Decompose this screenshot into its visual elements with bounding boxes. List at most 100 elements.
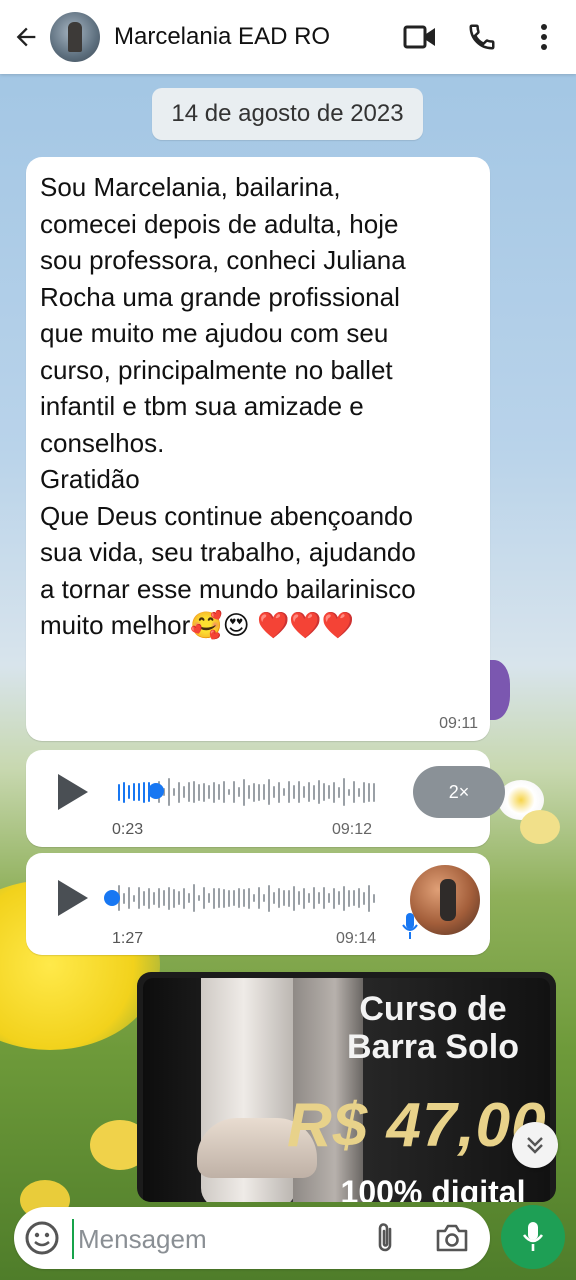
waveform-bar: [143, 890, 145, 906]
waveform-bar: [298, 781, 300, 803]
waveform-bar: [168, 886, 170, 910]
waveform-bar: [323, 887, 325, 909]
waveform-bar: [133, 783, 135, 801]
waveform-bar: [138, 887, 140, 909]
waveform-bar: [248, 887, 250, 909]
waveform-bar: [363, 781, 365, 803]
waveform-bar: [273, 892, 275, 904]
play-icon[interactable]: [54, 878, 90, 918]
waveform-bar: [178, 781, 180, 803]
waveform-bar: [308, 782, 310, 802]
audio-progress-handle[interactable]: [148, 783, 164, 799]
waveform-bar: [213, 887, 215, 909]
audio-message[interactable]: 1:27 09:14: [26, 853, 490, 955]
waveform-bar: [198, 895, 200, 901]
waveform-bar: [303, 786, 305, 798]
waveform-bar: [173, 888, 175, 908]
more-vertical-icon: [541, 24, 547, 50]
playback-speed-button[interactable]: 2×: [413, 766, 505, 818]
waveform-bar: [333, 887, 335, 909]
waveform-bar: [308, 893, 310, 903]
waveform-bar: [318, 892, 320, 904]
waveform-bar: [288, 781, 290, 803]
scroll-to-bottom-button[interactable]: [512, 1122, 558, 1168]
waveform-bar: [188, 782, 190, 802]
waveform-bar: [268, 884, 270, 912]
waveform-bar: [368, 884, 370, 912]
camera-icon[interactable]: [434, 1221, 470, 1255]
play-icon[interactable]: [54, 772, 90, 812]
microphone-icon: [402, 913, 418, 939]
message-bubble[interactable]: Sou Marcelania, bailarina, comecei depoi…: [26, 157, 490, 741]
waveform-bar: [283, 788, 285, 796]
back-button[interactable]: [6, 17, 46, 57]
waveform-bar: [293, 785, 295, 799]
waveform-bar: [248, 785, 250, 799]
waveform-bar: [353, 890, 355, 906]
waveform-bar: [343, 778, 345, 806]
waveform-bar: [358, 888, 360, 908]
waveform-bar: [283, 890, 285, 906]
waveform-bar: [263, 894, 265, 902]
waveform-bar: [123, 781, 125, 803]
audio-waveform[interactable]: [118, 878, 378, 918]
waveform-bar: [243, 778, 245, 806]
course-price: R$ 47,00: [287, 1091, 547, 1160]
waveform-bar: [118, 783, 120, 801]
waveform-bar: [138, 783, 140, 801]
voice-record-button[interactable]: [501, 1205, 565, 1269]
waveform-bar: [273, 786, 275, 798]
message-input[interactable]: [72, 1219, 360, 1259]
waveform-bar: [253, 894, 255, 902]
waveform-bar: [203, 782, 205, 802]
waveform-bar: [193, 884, 195, 912]
sticker-icon[interactable]: [24, 1220, 60, 1256]
waveform-bar: [353, 781, 355, 803]
waveform-bar: [253, 782, 255, 802]
waveform-bar: [233, 890, 235, 906]
chevron-double-down-icon: [527, 1137, 543, 1154]
waveform-bar: [203, 887, 205, 909]
waveform-bar: [373, 893, 375, 903]
menu-button[interactable]: [520, 13, 568, 61]
waveform-bar: [348, 788, 350, 796]
video-call-button[interactable]: [396, 13, 444, 61]
contact-avatar[interactable]: [50, 12, 100, 62]
waveform-bar: [238, 888, 240, 908]
waveform-bar: [208, 893, 210, 903]
voice-call-button[interactable]: [458, 13, 506, 61]
audio-message[interactable]: 2× 0:23 09:12: [26, 750, 505, 847]
waveform-bar: [303, 887, 305, 909]
waveform-bar: [343, 885, 345, 911]
waveform-bar: [228, 889, 230, 907]
waveform-bar: [233, 781, 235, 803]
waveform-bar: [218, 784, 220, 800]
audio-duration: 0:23: [112, 821, 144, 838]
waveform-bar: [228, 789, 230, 795]
video-call-icon: [403, 25, 435, 49]
waveform-bar: [143, 781, 145, 803]
waveform-bar: [168, 778, 170, 806]
image-message[interactable]: Curso de Barra Solo R$ 47,00 100% digita…: [137, 972, 556, 1202]
waveform-bar: [213, 781, 215, 803]
contact-name[interactable]: Marcelania EAD RO: [114, 23, 396, 51]
date-separator: 14 de agosto de 2023: [152, 88, 423, 140]
waveform-bar: [193, 781, 195, 803]
waveform-bar: [128, 887, 130, 909]
waveform-bar: [288, 889, 290, 907]
waveform-bar: [223, 888, 225, 908]
arrow-left-icon: [16, 27, 36, 47]
course-title: Curso de Barra Solo: [347, 990, 519, 1066]
waveform-bar: [373, 782, 375, 802]
course-image[interactable]: Curso de Barra Solo R$ 47,00 100% digita…: [143, 978, 550, 1202]
waveform-bar: [363, 891, 365, 905]
waveform-bar: [258, 887, 260, 909]
phone-icon: [469, 24, 495, 50]
waveform-bar: [208, 785, 210, 799]
waveform-bar: [338, 891, 340, 905]
waveform-bar: [313, 784, 315, 800]
audio-progress-handle[interactable]: [104, 890, 120, 906]
waveform-bar: [293, 885, 295, 911]
paperclip-icon[interactable]: [368, 1221, 402, 1255]
waveform-bar: [328, 893, 330, 903]
